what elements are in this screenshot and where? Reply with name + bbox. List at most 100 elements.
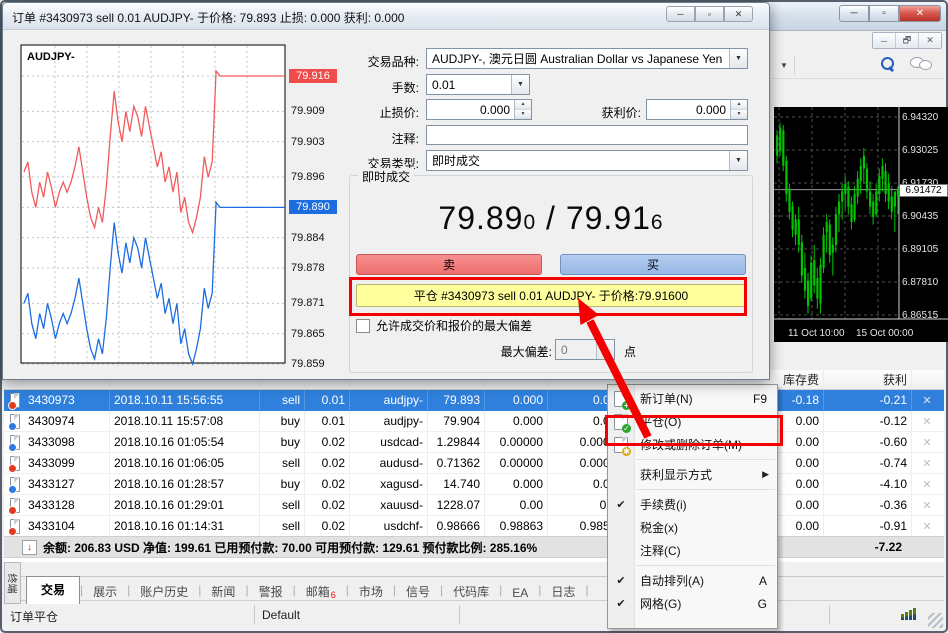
order-dialog: 订单 #3430973 sell 0.01 AUDJPY- 于价格: 79.89… <box>2 2 770 380</box>
order-price: 0.98666 <box>428 516 485 536</box>
spin-down-icon[interactable]: ▼ <box>731 110 747 120</box>
dialog-close-button[interactable]: ✕ <box>724 6 753 22</box>
close-position-button[interactable]: 平仓 #3430973 sell 0.01 AUDJPY- 于价格:79.916… <box>356 284 746 307</box>
order-type-icon <box>10 414 20 429</box>
spin-up-icon[interactable]: ▲ <box>515 100 531 110</box>
close-order-icon[interactable]: ✕ <box>912 411 942 431</box>
order-type: sell <box>260 495 305 515</box>
quote-display: 79.890 / 79.916 <box>350 200 752 237</box>
order-profit: -0.12 <box>824 411 912 431</box>
volume-select[interactable]: 0.01▼ <box>426 74 530 95</box>
resize-grip[interactable] <box>928 613 943 628</box>
order-symbol: xauusd- <box>350 495 428 515</box>
menu-item-平仓(O)[interactable]: ✓平仓(O) <box>608 410 777 433</box>
stop-loss-input[interactable]: 0.000 ▲▼ <box>426 99 532 120</box>
menu-item-网格(G)[interactable]: ✔网格(G)G <box>608 592 777 615</box>
candlestick-chart[interactable]: 6.943206.930256.917306.904356.891056.878… <box>774 107 948 342</box>
close-order-icon[interactable]: ✕ <box>912 474 942 494</box>
order-profit: -0.91 <box>824 516 912 536</box>
orders-table: 库存费获利 34309732018.10.11 15:56:55sell0.01… <box>4 370 944 562</box>
order-row[interactable]: 34309732018.10.11 15:56:55sell0.01audjpy… <box>4 390 944 411</box>
order-lots: 0.01 <box>305 411 350 431</box>
menu-item-税金(x)[interactable]: 税金(x) <box>608 516 777 539</box>
order-cell <box>4 474 24 494</box>
order-id: 3430974 <box>24 411 110 431</box>
chat-icon[interactable] <box>910 57 932 71</box>
metatrader-screen: ─ ▫ ✕ ─ 🗗 ✕ ▼ 6.943206.930256.917306.904… <box>0 0 948 633</box>
order-row[interactable]: 34330982018.10.16 01:05:54buy0.02usdcad-… <box>4 432 944 453</box>
chart-minimize-button[interactable]: ─ <box>873 33 895 48</box>
dialog-maximize-button[interactable]: ▫ <box>695 6 724 22</box>
column-header-hidden <box>912 370 942 389</box>
order-type: sell <box>260 390 305 410</box>
order-time: 2018.10.16 01:05:54 <box>110 432 260 452</box>
sell-button[interactable]: 卖 <box>356 254 542 275</box>
checkmark-icon: ✔ <box>616 574 625 587</box>
spin-up-icon[interactable]: ▲ <box>731 100 747 110</box>
menu-item-修改或删除订单(M)[interactable]: ✱修改或删除订单(M) <box>608 433 777 456</box>
order-row[interactable]: 34309742018.10.11 15:57:08buy0.01audjpy-… <box>4 411 944 432</box>
order-row[interactable]: 34331042018.10.16 01:14:31sell0.02usdchf… <box>4 516 944 537</box>
tab-separator: | <box>585 583 588 599</box>
account-summary-text: 余额: 206.83 USD 净值: 199.61 已用预付款: 70.00 可… <box>43 539 537 556</box>
connection-status-icon <box>901 608 916 620</box>
status-mode-text: 订单平仓 <box>10 608 58 625</box>
menu-item-手续费(i)[interactable]: ✔手续费(i) <box>608 493 777 516</box>
order-id: 3433099 <box>24 453 110 473</box>
comment-label: 注释: <box>303 130 419 147</box>
order-time: 2018.10.16 01:28:57 <box>110 474 260 494</box>
menu-item-获利显示方式[interactable]: 获利显示方式▶ <box>608 463 777 486</box>
tick-chart-symbol: AUDJPY- <box>27 51 75 63</box>
spin-down-icon[interactable]: ▼ <box>515 110 531 120</box>
dialog-title: 订单 #3430973 sell 0.01 AUDJPY- 于价格: 79.89… <box>12 9 404 26</box>
order-lots: 0.01 <box>305 390 350 410</box>
buy-button[interactable]: 买 <box>560 254 746 275</box>
order-type-select[interactable]: 即时成交▼ <box>426 150 748 171</box>
deviation-unit-label: 点 <box>624 343 636 360</box>
time-axis-label: 15 Oct 00:00 <box>856 328 913 339</box>
chevron-down-icon[interactable]: ▼ <box>729 49 747 68</box>
close-order-icon[interactable]: ✕ <box>912 516 942 536</box>
main-close-button[interactable]: ✕ <box>899 5 941 22</box>
order-row[interactable]: 34331282018.10.16 01:29:01sell0.02xauusd… <box>4 495 944 516</box>
close-order-icon[interactable]: ✕ <box>912 432 942 452</box>
menu-item-新订单(N)[interactable]: +新订单(N)F9 <box>608 387 777 410</box>
zoom-search-icon[interactable] <box>880 56 896 72</box>
terminal-side-tab[interactable]: 终端 <box>4 562 21 604</box>
chart-close-button[interactable]: ✕ <box>918 33 941 48</box>
deviation-checkbox[interactable] <box>356 319 370 333</box>
main-maximize-button[interactable]: ▫ <box>869 5 899 22</box>
close-order-icon[interactable]: ✕ <box>912 495 942 515</box>
order-id: 3433098 <box>24 432 110 452</box>
status-profile[interactable]: Default <box>262 608 300 622</box>
price-axis-label: 79.896 <box>291 171 339 183</box>
chevron-down-icon[interactable]: ▼ <box>511 75 529 94</box>
take-profit-input[interactable]: 0.000 ▲▼ <box>646 99 748 120</box>
main-minimize-button[interactable]: ─ <box>839 5 869 22</box>
menu-item-自动排列(A)[interactable]: ✔自动排列(A)A <box>608 569 777 592</box>
close-order-icon[interactable]: ✕ <box>912 390 942 410</box>
dialog-titlebar[interactable]: 订单 #3430973 sell 0.01 AUDJPY- 于价格: 79.89… <box>3 3 769 30</box>
menu-item-注释(C)[interactable]: 注释(C) <box>608 539 777 562</box>
max-deviation-label: 最大偏差: <box>501 343 552 360</box>
close-order-icon[interactable]: ✕ <box>912 453 942 473</box>
order-row[interactable]: 34331272018.10.16 01:28:57buy0.02xagusd-… <box>4 474 944 495</box>
column-header[interactable]: 获利 <box>824 370 912 389</box>
price-axis-label: 6.89105 <box>902 244 948 255</box>
toolbar-dropdown-button[interactable]: ▼ <box>774 55 795 75</box>
order-row[interactable]: 34330992018.10.16 01:06:05sell0.02audusd… <box>4 453 944 474</box>
symbol-select[interactable]: AUDJPY-, 澳元日圆 Australian Dollar vs Japan… <box>426 48 748 69</box>
balance-icon: ↓ <box>22 540 37 555</box>
chevron-down-icon[interactable]: ▼ <box>729 151 747 170</box>
submenu-arrow-icon: ▶ <box>762 469 777 480</box>
order-symbol: audjpy- <box>350 411 428 431</box>
order-time: 2018.10.11 15:57:08 <box>110 411 260 431</box>
comment-input[interactable] <box>426 125 748 145</box>
chart-restore-button[interactable]: 🗗 <box>895 33 918 48</box>
dialog-minimize-button[interactable]: ─ <box>666 6 695 22</box>
max-deviation-select[interactable]: 0▼ <box>555 339 615 360</box>
order-lots: 0.02 <box>305 453 350 473</box>
order-cell <box>4 495 24 515</box>
tab-交易[interactable]: 交易 <box>26 576 80 604</box>
toolbar: ▼ <box>772 52 944 79</box>
